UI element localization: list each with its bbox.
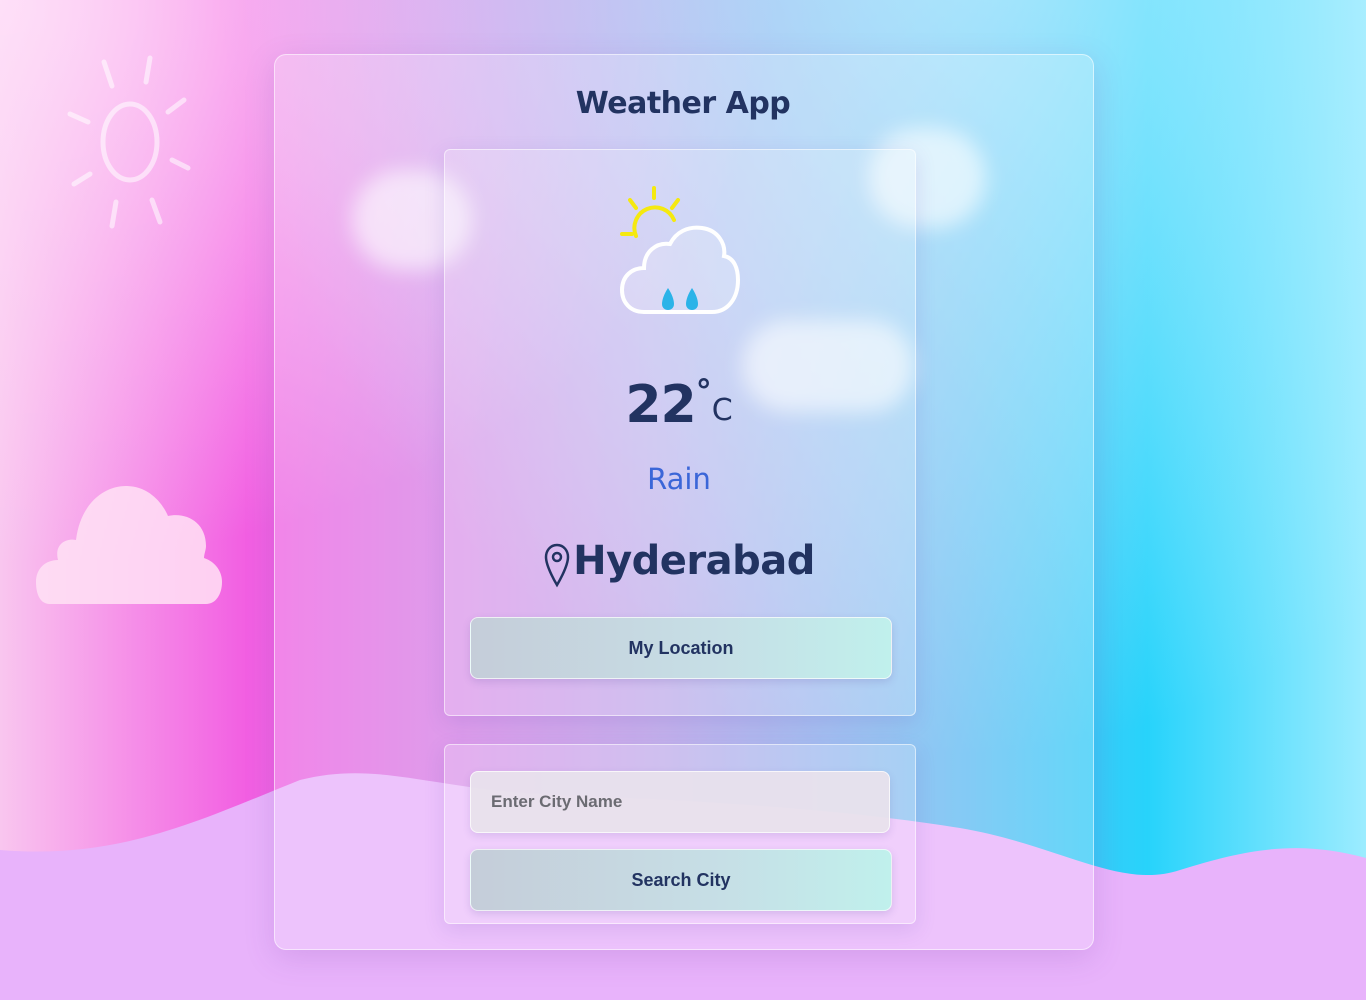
- my-location-button[interactable]: My Location: [470, 617, 892, 679]
- temperature-display: 22°C: [444, 372, 914, 435]
- degree-symbol: °: [695, 372, 712, 410]
- location-pin-icon: [544, 543, 570, 588]
- city-search-input[interactable]: [470, 771, 890, 833]
- background-sun-icon: [67, 55, 191, 229]
- app-title: Weather App: [575, 86, 791, 121]
- city-name: Hyderabad: [573, 538, 815, 584]
- background-cloud-icon: [36, 486, 222, 604]
- location-row: Hyderabad: [444, 533, 914, 589]
- temperature-value: 22: [625, 375, 696, 435]
- weather-condition: Rain: [647, 462, 711, 496]
- temperature-unit: C: [711, 393, 733, 428]
- sun-cloud-rain-icon: [619, 186, 741, 314]
- search-city-button[interactable]: Search City: [470, 849, 892, 911]
